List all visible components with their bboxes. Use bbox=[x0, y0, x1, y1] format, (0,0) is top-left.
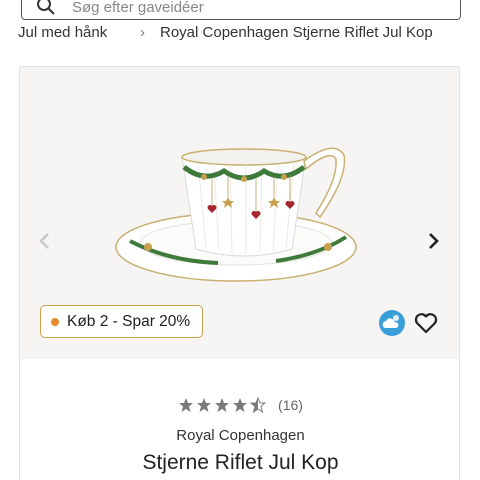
favorite-heart-icon[interactable] bbox=[413, 310, 439, 336]
carousel-prev-button[interactable] bbox=[32, 229, 56, 253]
product-title[interactable]: Stjerne Riflet Jul Kop bbox=[20, 451, 459, 475]
chevron-right-icon bbox=[429, 233, 439, 249]
promo-badge-label: Køb 2 - Spar 20% bbox=[67, 312, 191, 330]
promo-dot bbox=[51, 317, 59, 326]
product-image-carousel[interactable]: Køb 2 - Spar 20% bbox=[20, 67, 459, 359]
search-placeholder: Søg efter gaveidéer bbox=[72, 0, 204, 16]
search-icon bbox=[37, 0, 55, 15]
breadcrumb-separator: › bbox=[140, 24, 145, 41]
product-rating[interactable]: (16) bbox=[20, 397, 459, 413]
promo-badge: Køb 2 - Spar 20% bbox=[40, 305, 204, 338]
cloud-sun-icon[interactable] bbox=[378, 309, 406, 337]
star-half-icon bbox=[250, 397, 267, 413]
star-icon bbox=[233, 398, 248, 412]
product-card[interactable]: Køb 2 - Spar 20% (16) Royal Copenhagen S… bbox=[19, 66, 460, 480]
star-icon bbox=[197, 398, 212, 412]
breadcrumb-item-category[interactable]: Jul med hånk bbox=[18, 24, 107, 41]
rating-stars bbox=[178, 397, 267, 413]
carousel-next-button[interactable] bbox=[422, 229, 446, 253]
chevron-left-icon bbox=[39, 233, 49, 249]
product-image bbox=[115, 147, 357, 282]
search-input[interactable]: Søg efter gaveidéer bbox=[21, 0, 461, 20]
product-brand[interactable]: Royal Copenhagen bbox=[20, 427, 459, 444]
breadcrumb: Jul med hånk › Royal Copenhagen Stjerne … bbox=[0, 24, 480, 44]
star-icon bbox=[179, 398, 194, 412]
breadcrumb-item-current: Royal Copenhagen Stjerne Riflet Jul Kop bbox=[160, 24, 433, 41]
rating-count[interactable]: (16) bbox=[278, 397, 303, 413]
star-icon bbox=[215, 398, 230, 412]
